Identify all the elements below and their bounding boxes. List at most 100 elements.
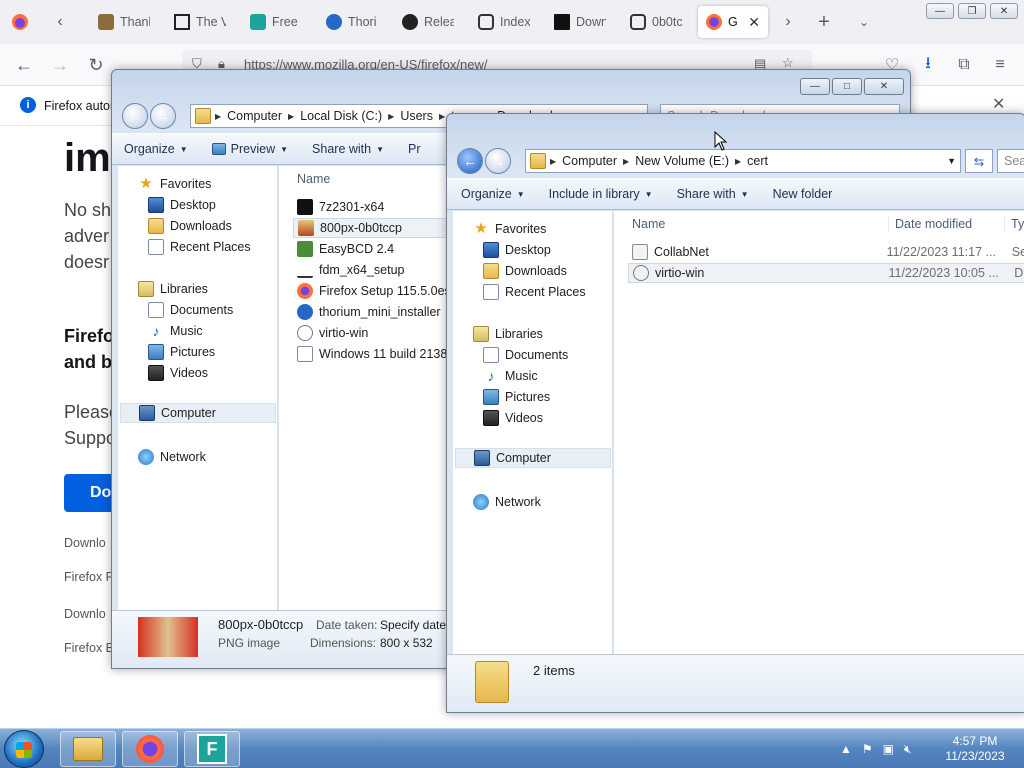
minimize-icon[interactable]: — — [926, 3, 954, 19]
nav-recent-places[interactable]: Recent Places — [483, 282, 586, 302]
breadcrumb-item[interactable]: Computer — [221, 109, 288, 123]
nav-computer[interactable]: Computer — [455, 448, 611, 468]
nav-favorites[interactable]: ★ Favorites — [473, 219, 546, 239]
forward-icon[interactable]: → — [485, 148, 511, 174]
breadcrumb-item[interactable]: New Volume (E:) — [629, 154, 735, 168]
tab-3[interactable]: Free D — [242, 6, 314, 38]
breadcrumb-item[interactable]: cert — [741, 154, 774, 168]
forward-icon[interactable]: → — [150, 103, 176, 129]
file-item[interactable]: CollabNet 11/22/2023 11:17 ... Se — [632, 242, 1024, 262]
action-center-flag-icon[interactable]: ⚑ — [862, 742, 873, 756]
file-item[interactable]: Windows 11 build 21380. — [297, 344, 447, 364]
hamburger-menu-icon[interactable]: ≡ — [986, 51, 1014, 79]
nav-network[interactable]: Network — [473, 492, 541, 512]
details-date-value[interactable]: Specify date — [380, 618, 446, 632]
column-header-name[interactable]: Name — [632, 217, 665, 231]
search-input[interactable]: Sea — [997, 149, 1024, 173]
nav-downloads[interactable]: Downloads — [148, 216, 232, 236]
file-item-selected[interactable]: virtio-win 11/22/2023 10:05 ... Di — [628, 263, 1024, 283]
nav-videos[interactable]: Videos — [148, 363, 208, 383]
reload-icon[interactable]: ↻ — [82, 51, 110, 79]
file-item[interactable]: 7z2301-x64 — [297, 197, 384, 217]
breadcrumb-item[interactable]: Computer — [556, 154, 623, 168]
close-icon[interactable]: ✕ — [990, 3, 1018, 19]
back-icon[interactable]: ← — [457, 148, 483, 174]
minimize-icon[interactable]: — — [800, 78, 830, 95]
page-link[interactable]: Downlo — [64, 536, 106, 550]
column-header-date-modified[interactable]: Date modified — [888, 217, 972, 231]
file-item[interactable]: Firefox Setup 115.5.0esr — [297, 281, 455, 301]
file-item[interactable]: fdm_x64_setup — [297, 260, 404, 280]
page-link[interactable]: Firefox P — [64, 570, 114, 584]
volume-muted-icon[interactable]: 🔇︎ — [904, 742, 912, 757]
list-tabs-icon[interactable]: ⌄ — [850, 8, 878, 36]
tab-5[interactable]: Relea — [394, 6, 466, 38]
new-tab-icon[interactable]: + — [810, 8, 838, 36]
column-header-type[interactable]: Ty — [1004, 217, 1024, 231]
tab-7[interactable]: Down — [546, 6, 618, 38]
nav-documents[interactable]: Documents — [483, 345, 568, 365]
tab-4[interactable]: Thori — [318, 6, 390, 38]
back-icon[interactable]: ← — [10, 51, 38, 79]
nav-desktop[interactable]: Desktop — [483, 240, 551, 260]
include-in-library-button[interactable]: Include in library ▼ — [537, 187, 665, 201]
share-with-button[interactable]: Share with ▼ — [665, 187, 761, 201]
new-folder-button[interactable]: New folder — [761, 187, 845, 201]
taskbar-fdm[interactable]: F — [184, 731, 240, 767]
back-icon[interactable]: ← — [122, 103, 148, 129]
clock[interactable]: 4:57 PM 11/23/2023 — [940, 734, 1010, 764]
explorer-window-cert[interactable]: ← → ▶ Computer ▶ New Volume (E:) ▶ cert … — [446, 113, 1024, 713]
nav-libraries[interactable]: Libraries — [138, 279, 208, 299]
file-item[interactable]: virtio-win — [297, 323, 368, 343]
nav-videos[interactable]: Videos — [483, 408, 543, 428]
nav-music[interactable]: ♪ Music — [483, 366, 538, 386]
file-item-selected[interactable]: 800px-0b0tccp — [293, 218, 453, 238]
file-item[interactable]: EasyBCD 2.4 — [297, 239, 394, 259]
close-tab-icon[interactable]: ✕ — [748, 14, 760, 31]
tab-active[interactable]: Ge ✕ — [698, 6, 768, 38]
refresh-icon[interactable]: ⇆ — [965, 149, 993, 173]
extensions-icon[interactable]: ⧉ — [950, 51, 978, 79]
address-dropdown-icon[interactable]: ▼ — [947, 156, 960, 166]
show-hidden-icons-icon[interactable]: ▲ — [840, 742, 852, 756]
close-icon[interactable]: ✕ — [864, 78, 904, 95]
taskbar-firefox[interactable] — [122, 731, 178, 767]
page-link[interactable]: Downlo — [64, 607, 106, 621]
nav-downloads[interactable]: Downloads — [483, 261, 567, 281]
downloads-icon[interactable]: ⭳ — [914, 51, 942, 79]
organize-button[interactable]: Organize ▼ — [447, 187, 537, 201]
address-bar[interactable]: ▶ Computer ▶ New Volume (E:) ▶ cert ▼ — [525, 149, 961, 173]
breadcrumb-item[interactable]: Local Disk (C:) — [294, 109, 388, 123]
file-item[interactable]: thorium_mini_installer — [297, 302, 441, 322]
page-link[interactable]: Firefox B — [64, 641, 114, 655]
close-notification-icon[interactable]: ✕ — [992, 94, 1005, 114]
tab-scroll-right-icon[interactable]: › — [774, 8, 802, 36]
nav-libraries[interactable]: Libraries — [473, 324, 543, 344]
column-header-name[interactable]: Name — [297, 172, 330, 186]
maximize-icon[interactable]: ❐ — [958, 3, 986, 19]
firefox-menu-icon[interactable] — [6, 8, 34, 36]
nav-desktop[interactable]: Desktop — [148, 195, 216, 215]
breadcrumb-item[interactable]: Users — [394, 109, 439, 123]
start-button[interactable] — [4, 730, 44, 768]
nav-favorites[interactable]: ★ Favorites — [138, 174, 211, 194]
network-tray-icon[interactable]: ▣ — [883, 742, 894, 756]
tab-1[interactable]: Thank — [90, 6, 162, 38]
print-button[interactable]: Pr — [396, 142, 433, 156]
forward-icon[interactable]: → — [46, 51, 74, 79]
nav-pictures[interactable]: Pictures — [483, 387, 550, 407]
nav-recent-places[interactable]: Recent Places — [148, 237, 251, 257]
nav-pictures[interactable]: Pictures — [148, 342, 215, 362]
preview-button[interactable]: Preview ▼ — [200, 142, 300, 156]
tab-2[interactable]: The V — [166, 6, 238, 38]
taskbar-explorer[interactable] — [60, 731, 116, 767]
organize-button[interactable]: Organize ▼ — [112, 142, 200, 156]
tab-8[interactable]: 0b0tc — [622, 6, 694, 38]
nav-documents[interactable]: Documents — [148, 300, 233, 320]
tab-6[interactable]: Index — [470, 6, 542, 38]
nav-music[interactable]: ♪ Music — [148, 321, 203, 341]
maximize-icon[interactable]: □ — [832, 78, 862, 95]
tab-scroll-left-icon[interactable]: ‹ — [46, 8, 74, 36]
nav-computer[interactable]: Computer — [120, 403, 276, 423]
share-with-button[interactable]: Share with ▼ — [300, 142, 396, 156]
